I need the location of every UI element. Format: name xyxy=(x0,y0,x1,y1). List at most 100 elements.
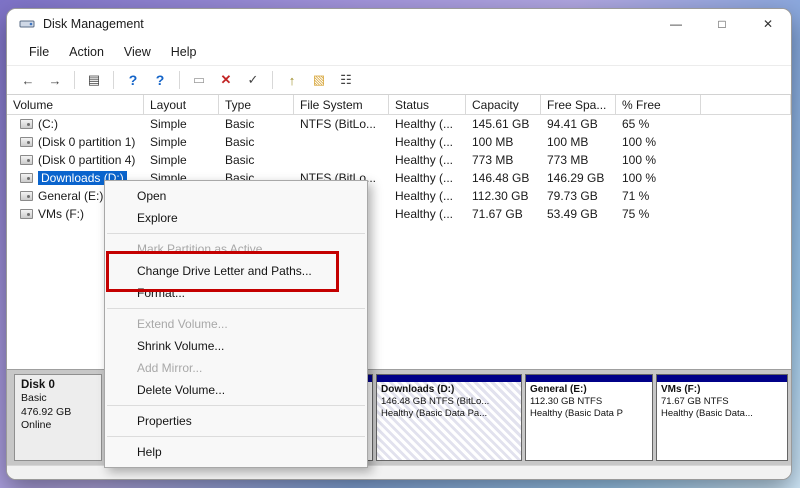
toolbar-separator xyxy=(179,71,180,89)
cell-free: 773 MB xyxy=(541,153,616,167)
up-arrow-icon[interactable]: ↑ xyxy=(281,70,303,90)
table-row-partition4[interactable]: (Disk 0 partition 4) Simple Basic Health… xyxy=(7,151,791,169)
cell-layout: Simple xyxy=(144,153,219,167)
cell-capacity: 773 MB xyxy=(466,153,541,167)
info-icon[interactable]: ? xyxy=(149,70,171,90)
partition-health-line: Healthy (Basic Data P xyxy=(530,408,648,420)
cell-type: Basic xyxy=(219,153,294,167)
drive-icon xyxy=(20,173,33,183)
disk-type: Basic xyxy=(21,392,95,406)
partition-health-line: Healthy (Basic Data Pa... xyxy=(381,408,517,420)
column-freespace[interactable]: Free Spa... xyxy=(541,95,616,114)
drive-icon xyxy=(20,137,33,147)
menu-item-help[interactable]: Help xyxy=(105,441,367,463)
back-icon[interactable]: ← xyxy=(17,70,39,90)
column-layout[interactable]: Layout xyxy=(144,95,219,114)
cell-status: Healthy (... xyxy=(389,153,466,167)
disk0-label-panel[interactable]: Disk 0 Basic 476.92 GB Online xyxy=(14,374,102,461)
menu-view[interactable]: View xyxy=(114,42,161,62)
disk-name: Disk 0 xyxy=(21,379,95,391)
partition-health-line: Healthy (Basic Data... xyxy=(661,408,783,420)
cell-pct: 71 % xyxy=(616,189,701,203)
cell-fs: NTFS (BitLo... xyxy=(294,117,389,131)
toolbar-separator xyxy=(74,71,75,89)
partition-color-band xyxy=(657,375,787,382)
disk-icon xyxy=(19,16,35,32)
list-icon[interactable]: ☷ xyxy=(335,70,357,90)
menu-item-add-mirror: Add Mirror... xyxy=(105,357,367,379)
cell-layout: Simple xyxy=(144,117,219,131)
menu-action[interactable]: Action xyxy=(59,42,114,62)
close-button[interactable]: ✕ xyxy=(745,9,791,39)
forward-icon[interactable]: → xyxy=(44,70,66,90)
cell-layout: Simple xyxy=(144,135,219,149)
help-icon[interactable]: ? xyxy=(122,70,144,90)
titlebar[interactable]: Disk Management — □ ✕ xyxy=(7,9,791,39)
minimize-button[interactable]: — xyxy=(653,9,699,39)
cell-capacity: 145.61 GB xyxy=(466,117,541,131)
column-pctfree[interactable]: % Free xyxy=(616,95,701,114)
annotation-red-box xyxy=(106,251,339,292)
menu-item-delete-volume[interactable]: Delete Volume... xyxy=(105,379,367,401)
partition-size-line: 112.30 GB NTFS xyxy=(530,396,648,408)
cell-pct: 75 % xyxy=(616,207,701,221)
check-icon[interactable]: ✓ xyxy=(242,70,264,90)
column-type[interactable]: Type xyxy=(219,95,294,114)
disk-block-vms[interactable]: VMs (F:) 71.67 GB NTFS Healthy (Basic Da… xyxy=(656,374,788,461)
desktop: Disk Management — □ ✕ File Action View H… xyxy=(0,0,800,488)
folder-icon[interactable]: ▧ xyxy=(308,70,330,90)
cell-capacity: 112.30 GB xyxy=(466,189,541,203)
column-capacity[interactable]: Capacity xyxy=(466,95,541,114)
disk-size: 476.92 GB xyxy=(21,406,95,420)
volume-name: (C:) xyxy=(38,117,58,131)
volume-name: General (E:) xyxy=(38,189,103,203)
partition-body: VMs (F:) 71.67 GB NTFS Healthy (Basic Da… xyxy=(657,382,787,460)
cell-pct: 100 % xyxy=(616,135,701,149)
menu-help[interactable]: Help xyxy=(161,42,207,62)
delete-icon[interactable]: ✕ xyxy=(215,70,237,90)
cell-free: 79.73 GB xyxy=(541,189,616,203)
window-title: Disk Management xyxy=(43,17,144,31)
cell-pct: 65 % xyxy=(616,117,701,131)
menu-separator xyxy=(107,405,365,406)
column-status[interactable]: Status xyxy=(389,95,466,114)
menu-separator xyxy=(107,233,365,234)
cell-status: Healthy (... xyxy=(389,117,466,131)
menu-item-open[interactable]: Open xyxy=(105,185,367,207)
drive-icon xyxy=(20,209,33,219)
column-filesystem[interactable]: File System xyxy=(294,95,389,114)
partition-body: Downloads (D:) 146.48 GB NTFS (BitLo... … xyxy=(377,382,521,460)
disk-block-general[interactable]: General (E:) 112.30 GB NTFS Healthy (Bas… xyxy=(525,374,653,461)
menu-item-explore[interactable]: Explore xyxy=(105,207,367,229)
cell-pct: 100 % xyxy=(616,171,701,185)
menu-file[interactable]: File xyxy=(19,42,59,62)
table-row-partition1[interactable]: (Disk 0 partition 1) Simple Basic Health… xyxy=(7,133,791,151)
cell-free: 53.49 GB xyxy=(541,207,616,221)
cell-status: Healthy (... xyxy=(389,171,466,185)
cell-free: 94.41 GB xyxy=(541,117,616,131)
partition-title: VMs (F:) xyxy=(661,384,783,396)
menu-item-properties[interactable]: Properties xyxy=(105,410,367,432)
cell-capacity: 71.67 GB xyxy=(466,207,541,221)
window-controls: — □ ✕ xyxy=(653,9,791,39)
menu-item-shrink-volume[interactable]: Shrink Volume... xyxy=(105,335,367,357)
disk-status: Online xyxy=(21,419,95,433)
cell-capacity: 146.48 GB xyxy=(466,171,541,185)
maximize-button[interactable]: □ xyxy=(699,9,745,39)
toolbar-separator xyxy=(272,71,273,89)
volume-name: VMs (F:) xyxy=(38,207,84,221)
cell-free: 146.29 GB xyxy=(541,171,616,185)
console-tree-icon[interactable]: ▤ xyxy=(83,70,105,90)
partition-body: General (E:) 112.30 GB NTFS Healthy (Bas… xyxy=(526,382,652,460)
dialog-icon[interactable]: ▭ xyxy=(188,70,210,90)
column-volume[interactable]: Volume xyxy=(7,95,144,114)
disk-block-downloads[interactable]: Downloads (D:) 146.48 GB NTFS (BitLo... … xyxy=(376,374,522,461)
menu-separator xyxy=(107,436,365,437)
cell-status: Healthy (... xyxy=(389,189,466,203)
drive-icon xyxy=(20,155,33,165)
cell-capacity: 100 MB xyxy=(466,135,541,149)
table-row-c[interactable]: (C:) Simple Basic NTFS (BitLo... Healthy… xyxy=(7,115,791,133)
volume-name: (Disk 0 partition 4) xyxy=(38,153,135,167)
cell-type: Basic xyxy=(219,135,294,149)
cell-status: Healthy (... xyxy=(389,207,466,221)
